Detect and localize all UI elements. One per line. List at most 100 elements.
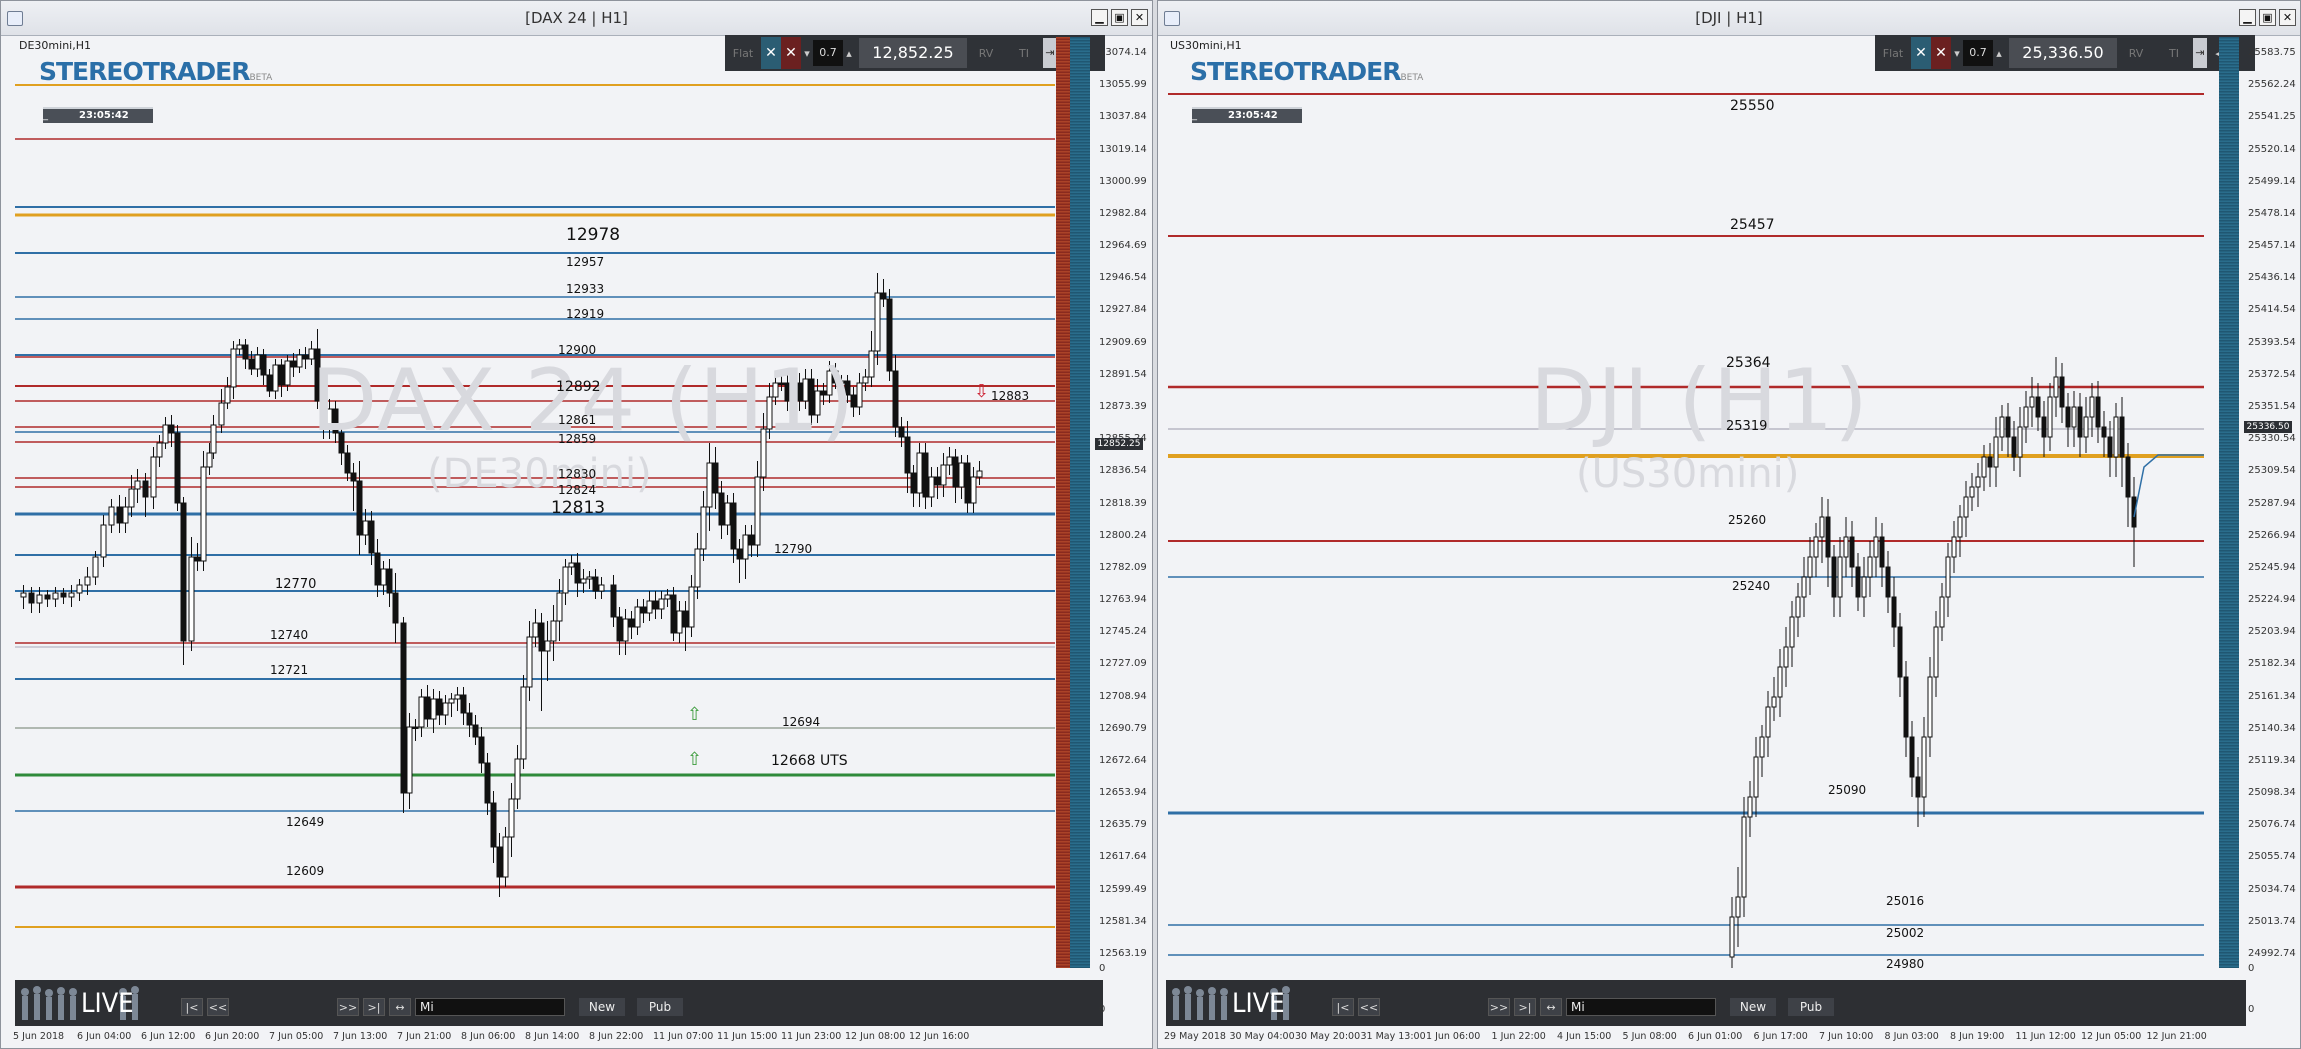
flat-button[interactable]: Flat bbox=[725, 47, 761, 60]
stereotrader-logo: STEREOTRADERBETA bbox=[1190, 57, 1424, 86]
minimize-icon[interactable]: ▁ bbox=[2239, 9, 2256, 26]
price-tick: 12708.94 bbox=[1099, 690, 1147, 702]
time-axis[interactable]: 5 Jun 2018 6 Jun 04:00 6 Jun 12:00 6 Jun 20… bbox=[1, 1026, 1152, 1048]
candle-body bbox=[2101, 426, 2107, 438]
gauge-value: 0 bbox=[2248, 963, 2255, 974]
candle-body bbox=[430, 698, 437, 720]
price-tick: 24992.74 bbox=[2248, 948, 2296, 959]
pub-button[interactable]: Pub bbox=[1788, 998, 1834, 1016]
first-button[interactable]: |< bbox=[181, 998, 203, 1016]
chevron-up-icon[interactable]: ▴ bbox=[843, 47, 855, 60]
expand-button[interactable]: ↔ bbox=[1540, 998, 1562, 1016]
chevron-down-icon[interactable]: ▾ bbox=[801, 47, 813, 60]
expand-button[interactable]: ↔ bbox=[389, 998, 411, 1016]
maximize-icon[interactable]: ▣ bbox=[1111, 9, 1128, 26]
candle-body bbox=[400, 622, 407, 794]
quantity-field[interactable]: 0.7 bbox=[813, 40, 843, 66]
pub-button[interactable]: Pub bbox=[637, 998, 683, 1016]
level-label: 25319 bbox=[1726, 419, 1768, 434]
mode-input[interactable]: Mi bbox=[415, 998, 565, 1016]
candle-body bbox=[640, 606, 647, 614]
rv-button[interactable]: RV bbox=[967, 47, 1005, 60]
price-axis[interactable]: 13074.14 13055.99 13037.84 13019.14 13000.99… bbox=[1095, 37, 1152, 968]
dax-chart-window[interactable]: [DAX 24 | H1] ▁ ▣ ✕ DE30mini,H1 DAX 24 (… bbox=[0, 0, 1153, 1049]
new-button[interactable]: New bbox=[1730, 998, 1776, 1016]
candle-body bbox=[1993, 436, 1999, 468]
prev-button[interactable]: << bbox=[207, 998, 229, 1016]
close-long-button[interactable]: ✕ bbox=[1911, 37, 1931, 69]
candle-body bbox=[2023, 406, 2029, 428]
candle-body bbox=[1789, 616, 1795, 648]
maximize-icon[interactable]: ▣ bbox=[2259, 9, 2276, 26]
candle-body bbox=[108, 506, 115, 526]
candle-body bbox=[122, 506, 129, 524]
candle-body bbox=[466, 712, 473, 726]
price-tick: 25541.25 bbox=[2248, 111, 2296, 123]
dji-chart-window[interactable]: [DJI | H1] ▁ ▣ ✕ US30mini,H1 DJI (H1) (U… bbox=[1157, 0, 2301, 1049]
candle-body bbox=[344, 452, 351, 474]
ti-button[interactable]: TI bbox=[2155, 47, 2193, 60]
last-button[interactable]: >| bbox=[363, 998, 385, 1016]
mode-input[interactable]: Mi bbox=[1566, 998, 1716, 1016]
candle-body bbox=[538, 622, 545, 652]
candle-body bbox=[862, 376, 869, 384]
price-chart[interactable] bbox=[1168, 37, 2204, 968]
candle-body bbox=[652, 600, 659, 610]
level-label: 25364 bbox=[1726, 355, 1771, 371]
flat-button[interactable]: Flat bbox=[1875, 47, 1911, 60]
close-short-button[interactable]: ✕ bbox=[781, 37, 801, 69]
quantity-field[interactable]: 0.7 bbox=[1963, 40, 1993, 66]
price-tick: 12982.84 bbox=[1099, 207, 1147, 219]
ti-button[interactable]: TI bbox=[1005, 47, 1043, 60]
candle-body bbox=[610, 584, 617, 618]
candle-body bbox=[1867, 556, 1873, 578]
candle-body bbox=[1807, 556, 1813, 578]
price-tick: 25562.24 bbox=[2248, 79, 2296, 91]
price-tick: 12727.09 bbox=[1099, 658, 1147, 670]
level-label: 12933 bbox=[566, 282, 605, 296]
candle-body bbox=[2107, 436, 2113, 458]
first-button[interactable]: |< bbox=[1332, 998, 1354, 1016]
minimize-icon[interactable]: ▁ bbox=[1091, 9, 1108, 26]
price-chart[interactable] bbox=[15, 37, 1055, 968]
close-icon[interactable]: ✕ bbox=[1131, 9, 1148, 26]
pin-icon[interactable]: ⇥ bbox=[1043, 38, 1057, 68]
candle-body bbox=[36, 594, 43, 604]
price-tick: 25203.94 bbox=[2248, 626, 2296, 638]
prev-button[interactable]: << bbox=[1358, 998, 1380, 1016]
price-axis[interactable]: 25583.75 25562.24 25541.25 25520.14 25499.14… bbox=[2244, 37, 2300, 968]
next-button[interactable]: >> bbox=[337, 998, 359, 1016]
last-button[interactable]: >| bbox=[1514, 998, 1536, 1016]
price-tick: 12763.94 bbox=[1099, 594, 1147, 606]
candle-body bbox=[200, 466, 207, 562]
candle-body bbox=[622, 618, 629, 642]
candle-body bbox=[2089, 396, 2095, 418]
price-tick: 25287.94 bbox=[2248, 497, 2296, 509]
time-axis[interactable]: 29 May 2018 30 May 04:00 30 May 20:00 31 Ma… bbox=[1158, 1026, 2300, 1048]
chevron-down-icon[interactable]: ▾ bbox=[1951, 47, 1963, 60]
candle-body bbox=[194, 556, 201, 562]
new-button[interactable]: New bbox=[579, 998, 625, 1016]
candle-body bbox=[2035, 396, 2041, 418]
close-long-button[interactable]: ✕ bbox=[761, 37, 781, 69]
candle-body bbox=[418, 696, 425, 728]
title-bar[interactable]: [DJI | H1] ▁ ▣ ✕ bbox=[1158, 1, 2300, 36]
candle-body bbox=[1885, 566, 1891, 598]
time-tick: 12 Jun 08:00 bbox=[845, 1031, 906, 1042]
candle-body bbox=[868, 350, 875, 378]
candle-body bbox=[916, 452, 923, 494]
candle-body bbox=[634, 606, 641, 628]
candle-body bbox=[230, 348, 237, 388]
title-bar[interactable]: [DAX 24 | H1] ▁ ▣ ✕ bbox=[1, 1, 1152, 36]
candle-body bbox=[1957, 516, 1963, 538]
price-display: 25,336.50 bbox=[2009, 38, 2117, 68]
candle-body bbox=[356, 480, 363, 536]
stereotrader-logo: STEREOTRADERBETA bbox=[39, 57, 273, 86]
close-short-button[interactable]: ✕ bbox=[1931, 37, 1951, 69]
close-icon[interactable]: ✕ bbox=[2279, 9, 2296, 26]
time-tick: 8 Jun 19:00 bbox=[1950, 1031, 2005, 1042]
rv-button[interactable]: RV bbox=[2117, 47, 2155, 60]
candle-body bbox=[188, 556, 195, 642]
next-button[interactable]: >> bbox=[1488, 998, 1510, 1016]
chevron-up-icon[interactable]: ▴ bbox=[1993, 47, 2005, 60]
